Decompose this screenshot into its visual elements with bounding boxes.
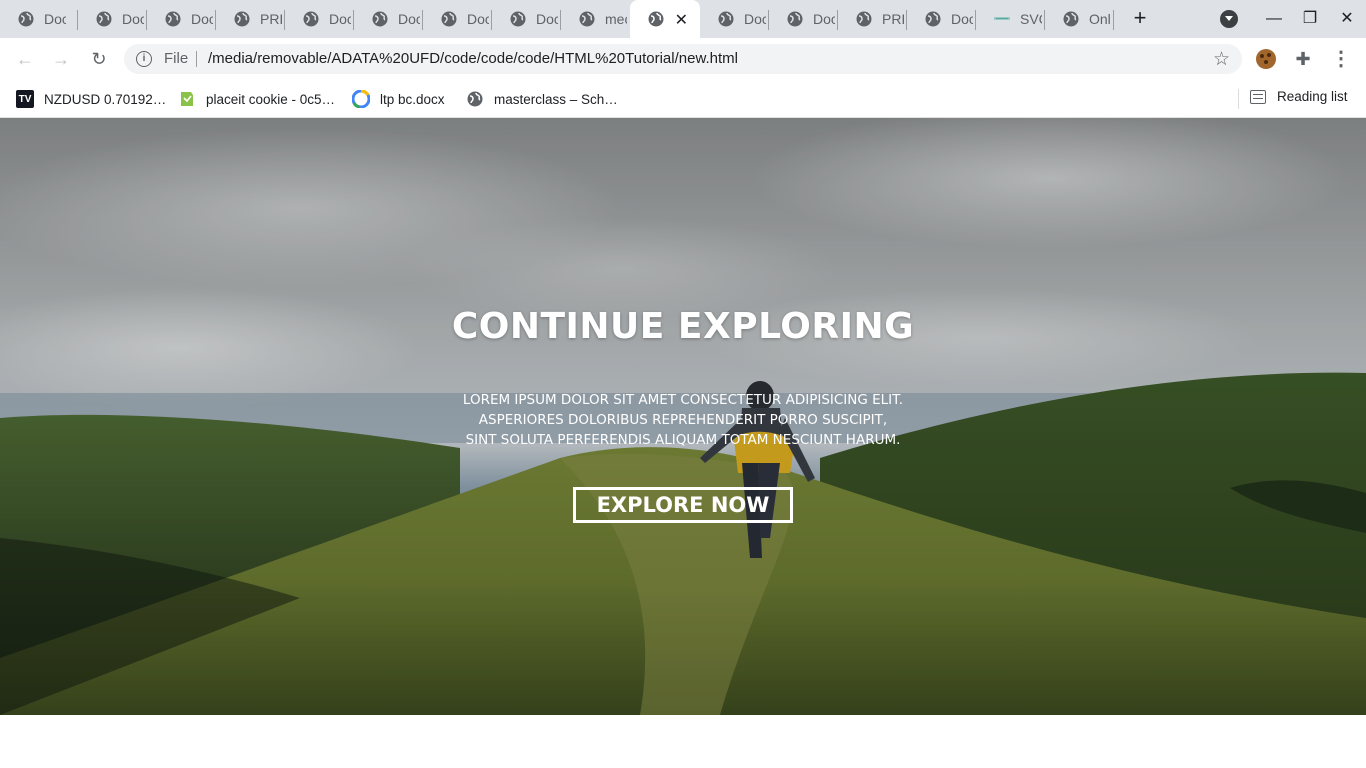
browser-tab-active[interactable]: ✕ <box>630 0 700 38</box>
reading-list-icon <box>1250 89 1266 104</box>
tab-title: Onl <box>1089 11 1111 27</box>
back-arrow-icon[interactable]: ← <box>12 46 38 72</box>
hero-text-line: ASPERIORES DOLORIBUS REPREHENDERIT PORRO… <box>478 412 888 428</box>
cookie-extension-icon[interactable] <box>1256 49 1276 69</box>
browser-tab[interactable]: Doc <box>147 0 216 38</box>
bookmark-item[interactable]: TV NZDUSD 0.70192… <box>16 89 166 109</box>
bookmark-label: ltp bc.docx <box>380 91 445 107</box>
close-window-icon[interactable]: ✕ <box>1336 8 1358 30</box>
globe-icon <box>579 11 595 27</box>
globe-icon <box>234 11 250 27</box>
browser-tab[interactable]: Doc <box>492 0 561 38</box>
tab-title: Doc <box>467 11 489 27</box>
browser-tab[interactable]: SVC <box>976 0 1045 38</box>
browser-tab[interactable]: Doc <box>907 0 976 38</box>
globe-icon <box>466 90 484 108</box>
explore-now-button[interactable]: EXPLORE NOW <box>573 487 793 523</box>
bookmark-item[interactable]: masterclass – Sch… <box>466 89 618 109</box>
browser-tab[interactable]: PRE <box>216 0 285 38</box>
drive-icon <box>352 90 370 108</box>
tab-title: Doc <box>329 11 351 27</box>
browser-tab[interactable]: Doc <box>700 0 769 38</box>
browser-toolbar: ← → ↻ i File /media/removable/ADATA%20UF… <box>0 38 1366 80</box>
menu-kebab-icon[interactable]: ⋮ <box>1330 48 1352 70</box>
file-label: File <box>164 50 189 67</box>
globe-icon <box>648 11 664 27</box>
tab-title: Doc <box>813 11 835 27</box>
globe-icon <box>303 11 319 27</box>
page-below-hero <box>0 715 1366 768</box>
close-tab-icon[interactable]: ✕ <box>675 10 688 30</box>
reading-list-label: Reading list <box>1277 89 1348 104</box>
tab-search-icon[interactable] <box>1220 10 1238 28</box>
extensions-puzzle-icon[interactable]: ✚ <box>1292 48 1314 70</box>
browser-tab[interactable]: Doc <box>423 0 492 38</box>
globe-icon <box>856 11 872 27</box>
tab-title: Doc <box>398 11 420 27</box>
hero-text-line: SINT SOLUTA PERFERENDIS ALIQUAM TOTAM NE… <box>465 432 901 448</box>
url-text[interactable]: /media/removable/ADATA%20UFD/code/code/c… <box>208 50 738 67</box>
bookmark-label: masterclass – Sch… <box>494 91 618 107</box>
browser-tab[interactable]: PRE <box>838 0 907 38</box>
globe-icon <box>510 11 526 27</box>
browser-tab[interactable]: Doc <box>285 0 354 38</box>
browser-tab[interactable]: Doc <box>354 0 423 38</box>
tab-title: Doc <box>122 11 144 27</box>
browser-tab[interactable]: mec <box>561 0 630 38</box>
globe-icon <box>96 11 112 27</box>
address-bar[interactable]: i File /media/removable/ADATA%20UFD/code… <box>124 44 1242 74</box>
reload-icon[interactable]: ↻ <box>86 46 112 72</box>
bookmark-label: NZDUSD 0.70192… <box>44 91 167 107</box>
globe-icon <box>165 11 181 27</box>
bookmark-label: placeit cookie - 0c5… <box>206 91 336 107</box>
tab-title: SVC <box>1020 11 1042 27</box>
tab-title: Doc <box>951 11 973 27</box>
bookmarks-bar: TV NZDUSD 0.70192… placeit cookie - 0c5…… <box>0 80 1366 118</box>
tab-title: PRE <box>882 11 904 27</box>
info-icon[interactable]: i <box>136 51 152 67</box>
placeit-icon <box>178 90 196 108</box>
omnibox-divider <box>196 51 197 67</box>
globe-icon <box>787 11 803 27</box>
tab-title: Doc <box>536 11 558 27</box>
hero-text-line: LOREM IPSUM DOLOR SIT AMET CONSECTETUR A… <box>462 392 904 408</box>
tab-title: Doc <box>44 11 66 27</box>
globe-icon <box>718 11 734 27</box>
restore-icon[interactable]: ❐ <box>1299 8 1321 30</box>
minimize-icon[interactable]: — <box>1263 8 1285 30</box>
globe-icon <box>441 11 457 27</box>
hero-section: CONTINUE EXPLORING LOREM IPSUM DOLOR SIT… <box>0 118 1366 715</box>
bookmark-item[interactable]: placeit cookie - 0c5… <box>178 89 335 109</box>
tab-title: Doc <box>744 11 766 27</box>
browser-tab[interactable]: Doc <box>78 0 147 38</box>
bookmark-star-icon[interactable]: ☆ <box>1213 48 1230 71</box>
globe-icon <box>18 11 34 27</box>
bookmarks-divider <box>1238 89 1239 109</box>
hero-description: LOREM IPSUM DOLOR SIT AMET CONSECTETUR A… <box>433 390 933 450</box>
hero-content: CONTINUE EXPLORING LOREM IPSUM DOLOR SIT… <box>0 118 1366 715</box>
tab-title: PRE <box>260 11 282 27</box>
globe-icon <box>925 11 941 27</box>
tab-strip: Doc Doc Doc PRE Doc Doc Doc Doc mec ✕ Do… <box>0 0 1366 38</box>
tab-title: mec <box>605 11 627 27</box>
new-tab-button[interactable]: + <box>1128 6 1152 30</box>
tab-title: Doc <box>191 11 213 27</box>
browser-tab[interactable]: Onl <box>1045 0 1114 38</box>
tradingview-icon: TV <box>16 90 34 108</box>
browser-tab[interactable]: Doc <box>0 0 78 38</box>
globe-icon <box>1063 11 1079 27</box>
svc-favicon-icon <box>994 17 1010 20</box>
bookmark-item[interactable]: ltp bc.docx <box>352 89 445 109</box>
hero-title: CONTINUE EXPLORING <box>451 306 915 347</box>
forward-arrow-icon[interactable]: → <box>48 46 74 72</box>
globe-icon <box>372 11 388 27</box>
browser-tab[interactable]: Doc <box>769 0 838 38</box>
reading-list-button[interactable]: Reading list <box>1238 89 1348 109</box>
